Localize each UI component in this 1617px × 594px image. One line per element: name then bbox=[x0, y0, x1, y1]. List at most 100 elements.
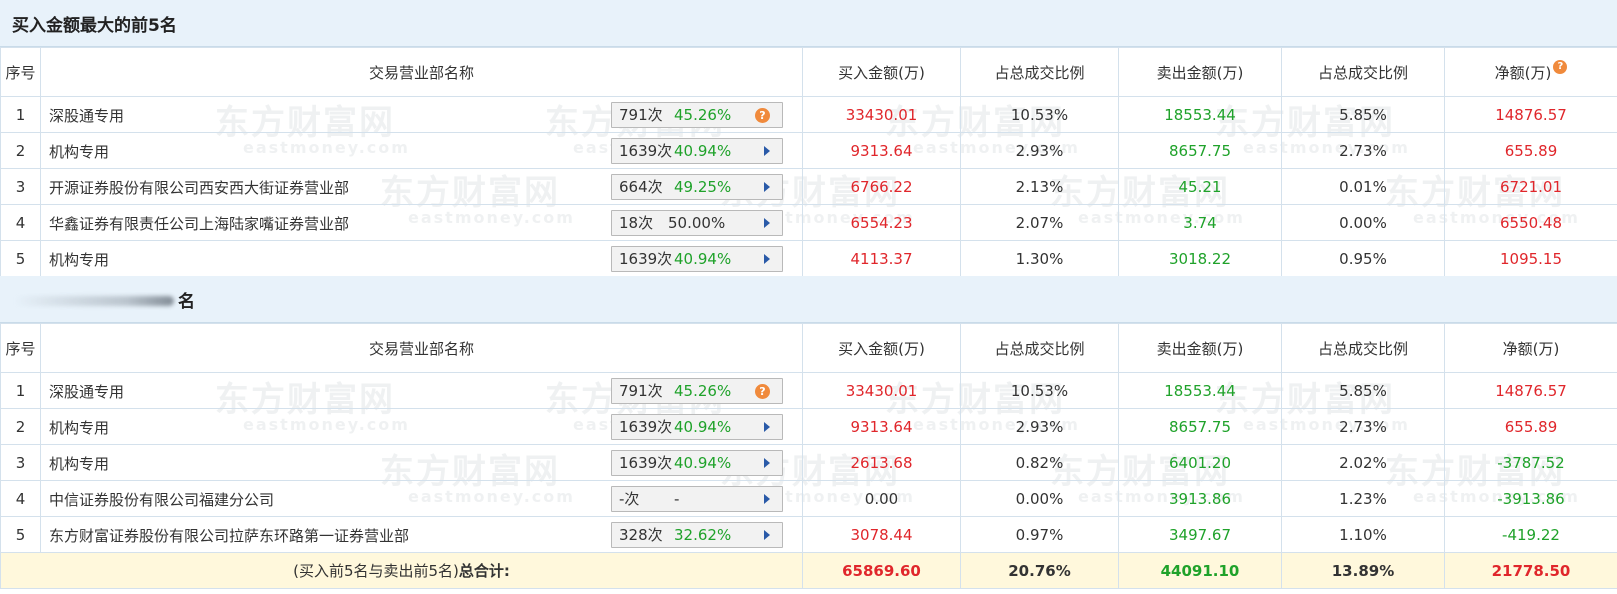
col-header-buy: 买入金额(万) bbox=[802, 323, 961, 373]
total-net: 21778.50 bbox=[1444, 552, 1617, 589]
question-circle-icon[interactable]: ? bbox=[755, 384, 770, 399]
arrow-right-icon[interactable] bbox=[764, 494, 770, 504]
question-circle-icon[interactable]: ? bbox=[755, 108, 770, 123]
arrow-right-icon[interactable] bbox=[764, 530, 770, 540]
branch-name[interactable]: 机构专用 bbox=[49, 417, 109, 438]
total-buy-ratio: 20.76% bbox=[960, 552, 1119, 589]
total-buy: 65869.60 bbox=[802, 552, 961, 589]
branch-stat-box[interactable]: 791次 45.26% ? bbox=[611, 102, 783, 128]
table-row: 2 机构专用 1639次 40.94% 9313.64 2.93% 8657.7… bbox=[0, 408, 1617, 445]
branch-stat-box[interactable]: 791次 45.26% ? bbox=[611, 378, 783, 404]
arrow-right-icon[interactable] bbox=[764, 254, 770, 264]
row-rank: 5 bbox=[0, 240, 41, 277]
total-label: (买入前5名与卖出前5名)总合计: bbox=[0, 552, 803, 589]
buy-amount: 6554.23 bbox=[802, 204, 961, 241]
sell-amount: 8657.75 bbox=[1118, 408, 1282, 445]
branch-stat-box[interactable]: 1639次 40.94% bbox=[611, 246, 783, 272]
total-row: (买入前5名与卖出前5名)总合计: 65869.60 20.76% 44091.… bbox=[0, 552, 1617, 589]
net-amount: 1095.15 bbox=[1444, 240, 1617, 277]
branch-name[interactable]: 深股通专用 bbox=[49, 381, 124, 402]
net-amount: 14876.57 bbox=[1444, 372, 1617, 409]
branch-stat-box[interactable]: 1639次 40.94% bbox=[611, 414, 783, 440]
branch-name[interactable]: 机构专用 bbox=[49, 141, 109, 162]
branch-stat-box[interactable]: -次 - bbox=[611, 486, 783, 512]
sell-section-title: 名 bbox=[178, 292, 195, 312]
buy-ratio: 10.53% bbox=[960, 96, 1119, 133]
arrow-right-icon[interactable] bbox=[764, 218, 770, 228]
table-row: 2 机构专用 1639次 40.94% 9313.64 2.93% 8657.7… bbox=[0, 132, 1617, 169]
win-rate: 45.26% bbox=[674, 106, 732, 124]
net-amount: -3913.86 bbox=[1444, 480, 1617, 517]
obscured-title bbox=[14, 296, 174, 306]
col-header-rank: 序号 bbox=[0, 47, 41, 97]
buy-section-header: 买入金额最大的前5名 bbox=[0, 0, 1617, 47]
question-circle-icon[interactable]: ? bbox=[1553, 59, 1568, 74]
sell-section-header: 名 bbox=[0, 276, 1617, 323]
branch-cell: 中信证券股份有限公司福建分公司 -次 - bbox=[40, 480, 803, 517]
buy-amount: 6766.22 bbox=[802, 168, 961, 205]
branch-name[interactable]: 华鑫证券有限责任公司上海陆家嘴证券营业部 bbox=[49, 213, 349, 234]
branch-name[interactable]: 中信证券股份有限公司福建分公司 bbox=[49, 489, 274, 510]
buy-amount: 2613.68 bbox=[802, 444, 961, 481]
arrow-right-icon[interactable] bbox=[764, 422, 770, 432]
branch-cell: 深股通专用 791次 45.26% ? bbox=[40, 96, 803, 133]
branch-stat-box[interactable]: 18次 50.00% bbox=[611, 210, 783, 236]
buy-section-title: 买入金额最大的前5名 bbox=[12, 16, 177, 36]
appearance-count: 664次 bbox=[619, 178, 663, 196]
buy-amount: 33430.01 bbox=[802, 96, 961, 133]
branch-name[interactable]: 机构专用 bbox=[49, 249, 109, 270]
col-header-branch: 交易营业部名称 bbox=[40, 47, 803, 97]
branch-cell: 华鑫证券有限责任公司上海陆家嘴证券营业部 18次 50.00% bbox=[40, 204, 803, 241]
table-row: 3 开源证券股份有限公司西安西大街证券营业部 664次 49.25% 6766.… bbox=[0, 168, 1617, 205]
appearance-count: -次 bbox=[619, 490, 640, 508]
buy-ratio: 2.13% bbox=[960, 168, 1119, 205]
appearance-count: 1639次 bbox=[619, 454, 673, 472]
branch-name[interactable]: 开源证券股份有限公司西安西大街证券营业部 bbox=[49, 177, 349, 198]
sell-amount: 3913.86 bbox=[1118, 480, 1282, 517]
col-header-sell-ratio: 占总成交比例 bbox=[1281, 323, 1445, 373]
total-sell-ratio: 13.89% bbox=[1281, 552, 1445, 589]
table-row: 1 深股通专用 791次 45.26% ? 33430.01 10.53% 18… bbox=[0, 372, 1617, 409]
sell-ratio: 0.01% bbox=[1281, 168, 1445, 205]
sell-ratio: 0.00% bbox=[1281, 204, 1445, 241]
branch-cell: 机构专用 1639次 40.94% bbox=[40, 132, 803, 169]
table-row: 5 东方财富证券股份有限公司拉萨东环路第一证券营业部 328次 32.62% 3… bbox=[0, 516, 1617, 553]
branch-cell: 深股通专用 791次 45.26% ? bbox=[40, 372, 803, 409]
arrow-right-icon[interactable] bbox=[764, 182, 770, 192]
sell-ratio: 1.23% bbox=[1281, 480, 1445, 517]
table-header-row: 序号 交易营业部名称 买入金额(万) 占总成交比例 卖出金额(万) 占总成交比例… bbox=[0, 323, 1617, 373]
row-rank: 1 bbox=[0, 96, 41, 133]
net-amount: 655.89 bbox=[1444, 132, 1617, 169]
net-amount: 655.89 bbox=[1444, 408, 1617, 445]
net-amount: 6550.48 bbox=[1444, 204, 1617, 241]
sell-ratio: 1.10% bbox=[1281, 516, 1445, 553]
col-header-buy-ratio: 占总成交比例 bbox=[960, 47, 1119, 97]
branch-name[interactable]: 深股通专用 bbox=[49, 105, 124, 126]
row-rank: 2 bbox=[0, 132, 41, 169]
branch-name[interactable]: 东方财富证券股份有限公司拉萨东环路第一证券营业部 bbox=[49, 525, 409, 546]
row-rank: 4 bbox=[0, 204, 41, 241]
branch-cell: 机构专用 1639次 40.94% bbox=[40, 240, 803, 277]
col-header-branch: 交易营业部名称 bbox=[40, 323, 803, 373]
branch-stat-box[interactable]: 1639次 40.94% bbox=[611, 138, 783, 164]
branch-stat-box[interactable]: 1639次 40.94% bbox=[611, 450, 783, 476]
sell-ratio: 5.85% bbox=[1281, 96, 1445, 133]
buy-amount: 0.00 bbox=[802, 480, 961, 517]
branch-stat-box[interactable]: 328次 32.62% bbox=[611, 522, 783, 548]
net-amount: 14876.57 bbox=[1444, 96, 1617, 133]
buy-amount: 9313.64 bbox=[802, 132, 961, 169]
branch-name[interactable]: 机构专用 bbox=[49, 453, 109, 474]
branch-cell: 东方财富证券股份有限公司拉萨东环路第一证券营业部 328次 32.62% bbox=[40, 516, 803, 553]
buy-ratio: 1.30% bbox=[960, 240, 1119, 277]
total-sell: 44091.10 bbox=[1118, 552, 1282, 589]
table-row: 5 机构专用 1639次 40.94% 4113.37 1.30% 3018.2… bbox=[0, 240, 1617, 277]
appearance-count: 18次 bbox=[619, 214, 654, 232]
col-header-buy-ratio: 占总成交比例 bbox=[960, 323, 1119, 373]
sell-amount: 3.74 bbox=[1118, 204, 1282, 241]
col-header-net: 净额(万) bbox=[1444, 323, 1617, 373]
arrow-right-icon[interactable] bbox=[764, 146, 770, 156]
win-rate: - bbox=[674, 490, 680, 508]
branch-stat-box[interactable]: 664次 49.25% bbox=[611, 174, 783, 200]
arrow-right-icon[interactable] bbox=[764, 458, 770, 468]
sell-ratio: 2.73% bbox=[1281, 408, 1445, 445]
